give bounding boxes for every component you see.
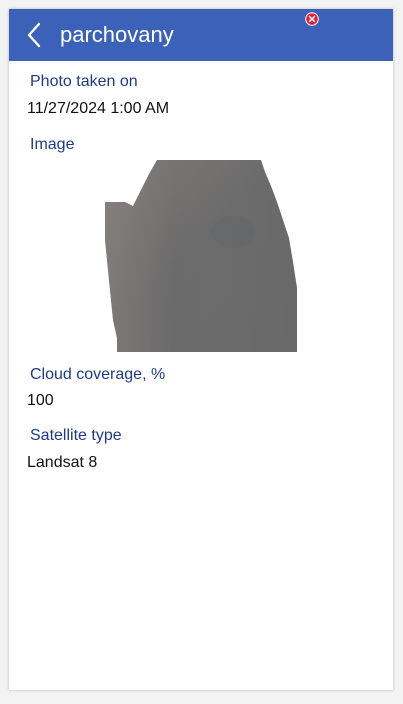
photo-taken-label: Photo taken on xyxy=(30,73,138,90)
image-label: Image xyxy=(30,136,75,153)
satellite-type-label: Satellite type xyxy=(30,427,122,444)
header-bar: parchovany xyxy=(9,9,393,61)
close-button[interactable] xyxy=(305,12,319,26)
photo-taken-value: 11/27/2024 1:00 AM xyxy=(27,100,170,117)
cloud-coverage-value: 100 xyxy=(27,392,54,409)
detail-screen: parchovany Photo taken on 11/27/2024 1:0… xyxy=(9,9,393,690)
back-button[interactable] xyxy=(23,21,47,49)
close-circle-icon xyxy=(305,12,319,26)
cloud-coverage-label: Cloud coverage, % xyxy=(30,366,166,383)
satellite-image xyxy=(105,160,297,352)
chevron-left-icon xyxy=(27,22,41,48)
satellite-type-value: Landsat 8 xyxy=(27,454,98,471)
page-title: parchovany xyxy=(60,22,174,47)
